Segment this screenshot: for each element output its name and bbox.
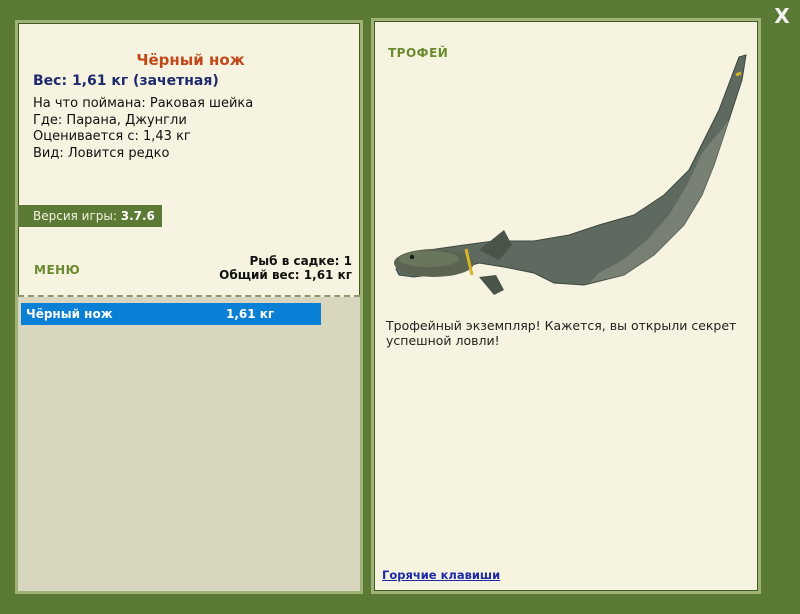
fish-count: Рыб в садке: 1 [249,254,353,268]
list-item-name: Чёрный нож [26,307,113,321]
version-bar: Версия игры: 3.7.6 [18,205,162,227]
fish-image [394,54,747,295]
fish-details: На что поймана: Раковая шейка Где: Паран… [33,96,253,162]
trophy-text: Трофейный экземпляр! Кажется, вы открыли… [386,318,737,348]
version-value: 3.7.6 [120,209,155,223]
trophy-label: ТРОФЕЙ [388,46,449,60]
fish-title: Чёрный нож [136,51,245,69]
rating-line: Оценивается с: 1,43 кг [33,129,191,144]
close-button[interactable]: X [770,4,794,28]
location-line: Где: Парана, Джунгли [33,112,187,128]
bait-line: На что поймана: Раковая шейка [33,96,254,111]
list-item-weight: 1,61 кг [226,307,275,321]
hotkeys-link[interactable]: Горячие клавиши [382,568,500,582]
fish-weight: Вес: 1,61 кг (зачетная) [33,73,219,89]
catch-list: Чёрный нож 1,61 кг [18,297,360,591]
list-item[interactable]: Чёрный нож 1,61 кг [21,303,321,325]
totals: Рыб в садке: 1 Общий вес: 1,61 кг [219,254,352,282]
catch-info-panel: Чёрный нож Вес: 1,61 кг (зачетная) На чт… [15,20,363,594]
menu-button[interactable]: МЕНЮ [34,263,80,277]
trophy-panel: ТРОФЕЙ Трофейный экземпляр! Кажется, вы … [371,18,761,594]
version-label: Версия игры: [33,209,117,223]
rarity-line: Вид: Ловится редко [33,145,170,161]
total-weight: Общий вес: 1,61 кг [219,268,352,282]
